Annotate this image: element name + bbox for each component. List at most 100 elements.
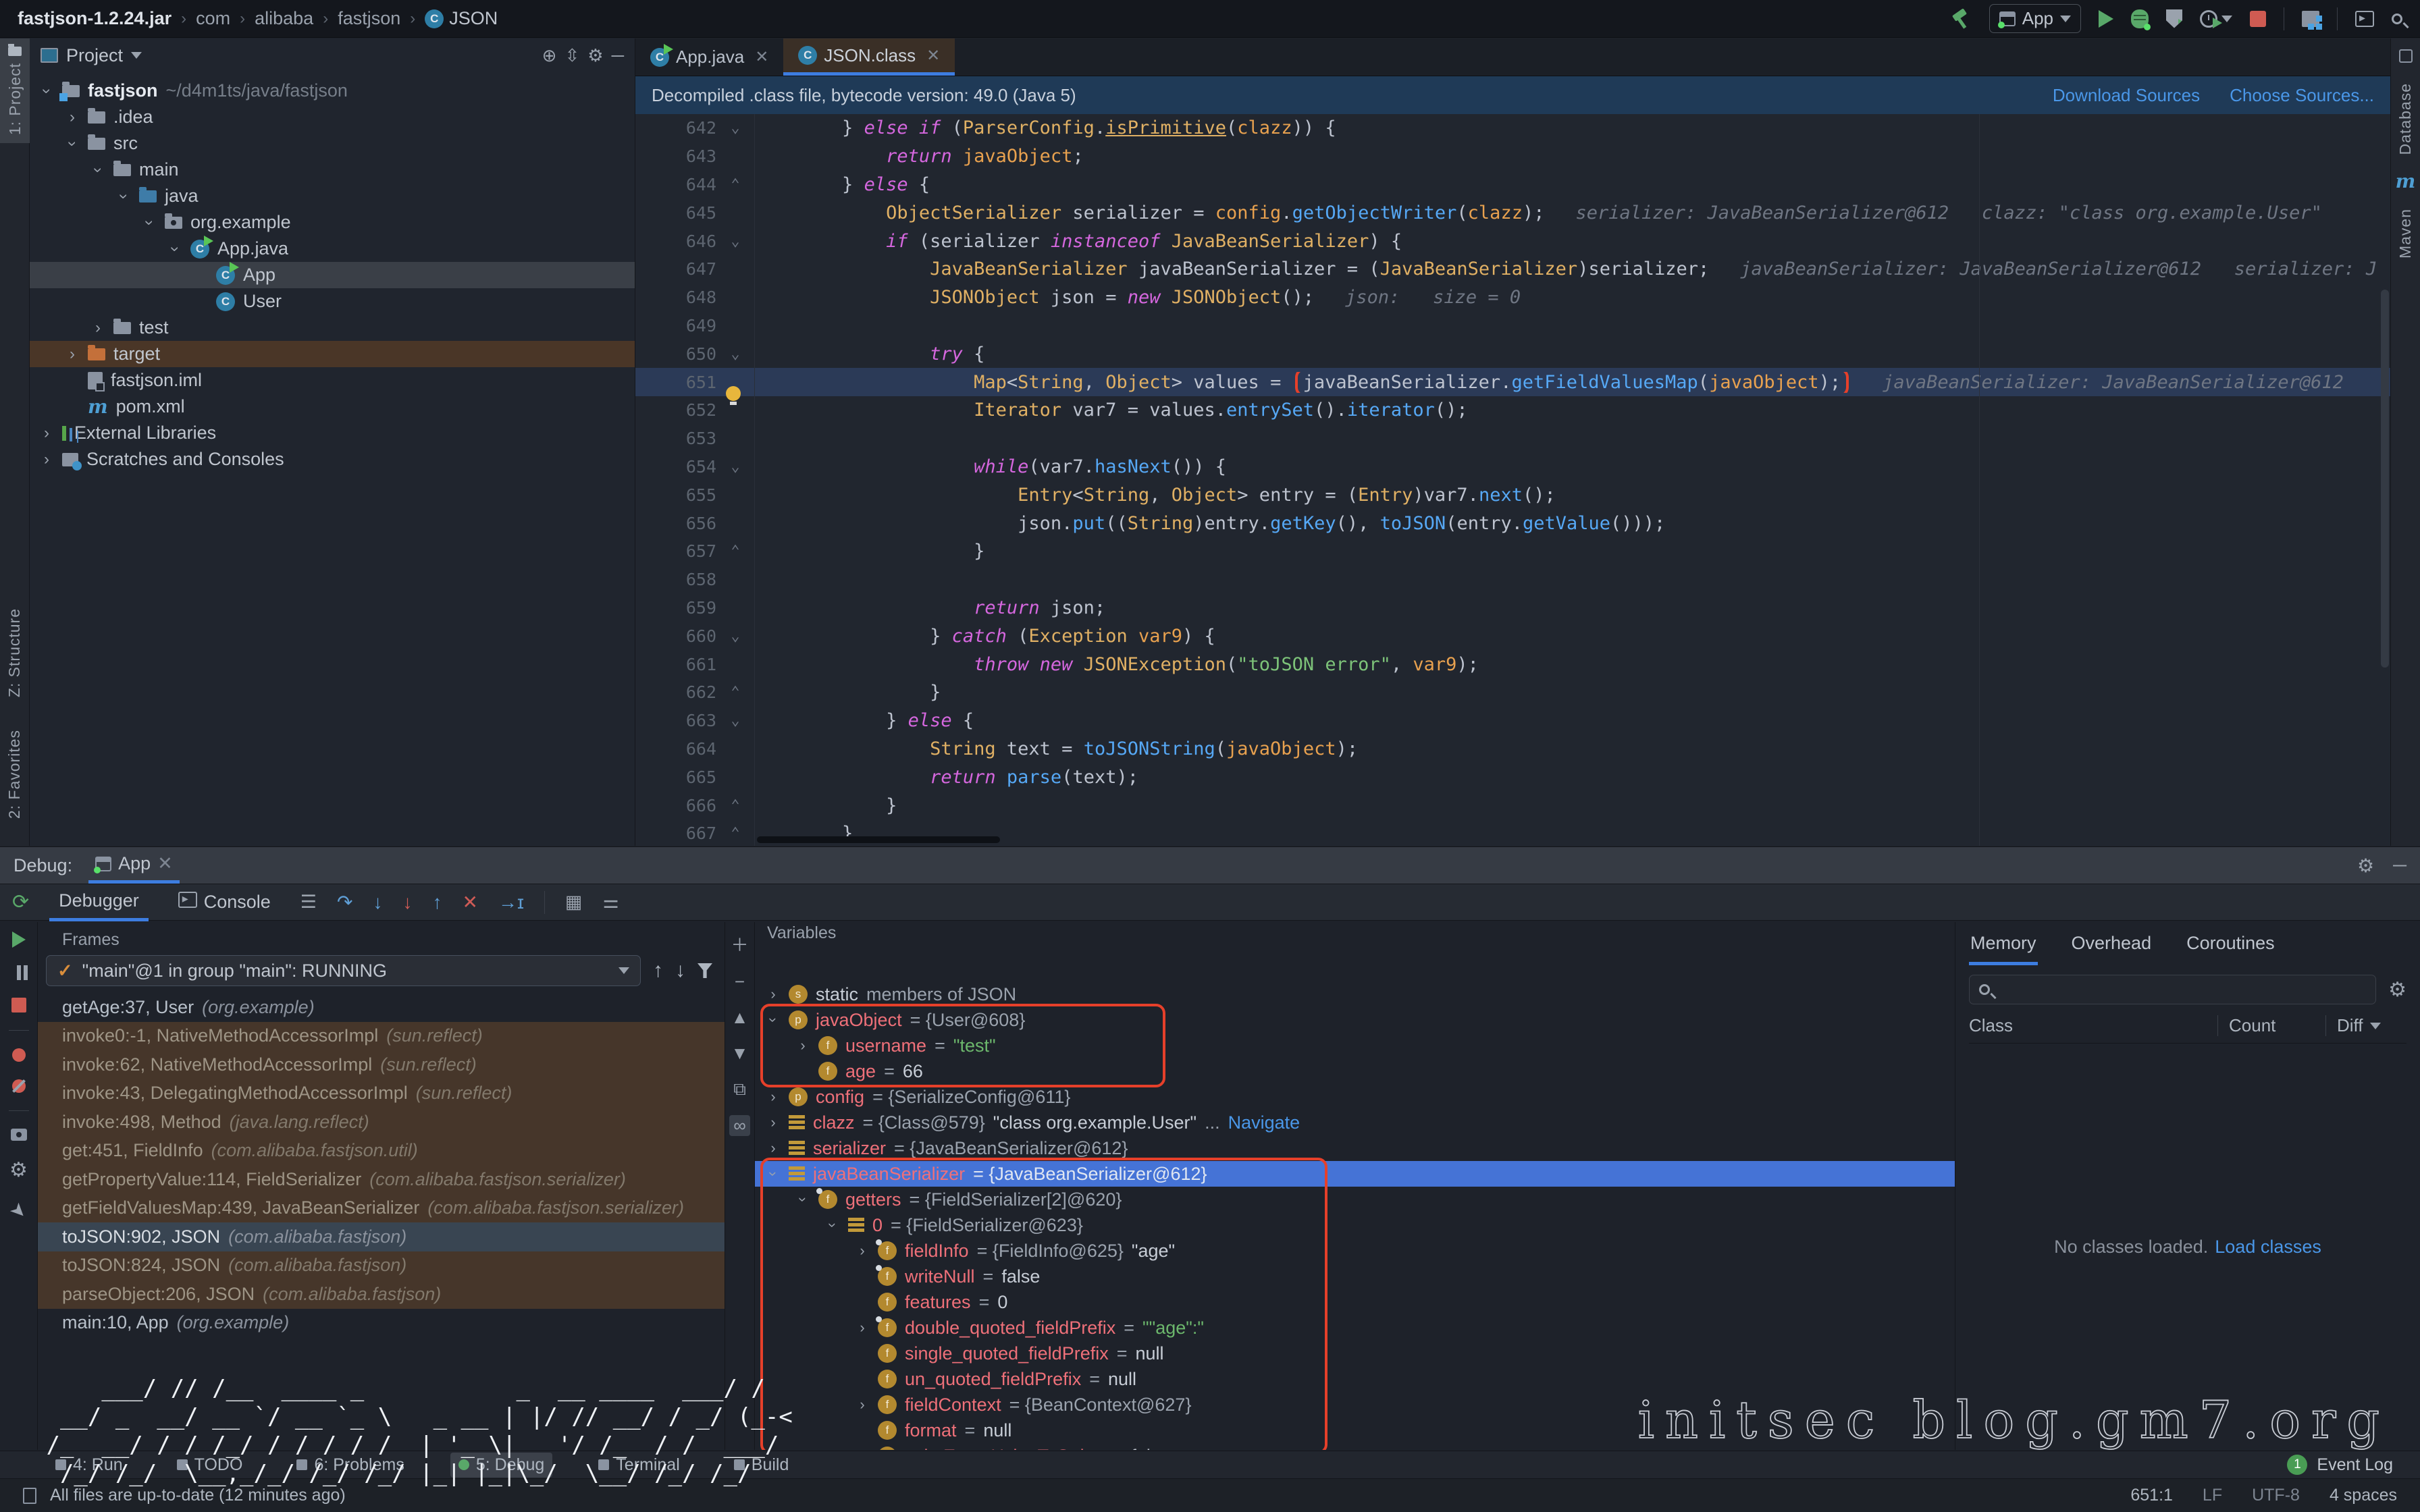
build-hammer-icon[interactable]	[1951, 9, 1972, 29]
chevron-icon[interactable]: ›	[39, 424, 54, 443]
tab-debugger[interactable]: Debugger	[49, 884, 149, 921]
code-line-650[interactable]: 650⌄ try {	[635, 340, 2390, 368]
tool-window-switcher-icon[interactable]	[23, 1488, 36, 1504]
frame-row[interactable]: invoke:43, DelegatingMethodAccessorImpl(…	[38, 1079, 725, 1108]
fold-marker[interactable]: ⌄	[716, 119, 754, 136]
tree-item-fastjson-iml[interactable]: fastjson.iml	[30, 367, 635, 394]
variable-row-0[interactable]: ›0 = {FieldSerializer@623}	[755, 1212, 1955, 1238]
code-line-643[interactable]: 643 return javaObject;	[635, 142, 2390, 171]
resume-icon[interactable]	[12, 932, 26, 948]
fold-marker[interactable]: ⌄	[716, 628, 754, 645]
variable-row-format[interactable]: fformat = null	[755, 1418, 1955, 1443]
chevron-icon[interactable]: ›	[114, 189, 133, 204]
fold-marker[interactable]: ⌃	[716, 825, 754, 842]
column-count[interactable]: Count	[2217, 1015, 2325, 1036]
run-button[interactable]	[2099, 10, 2113, 28]
caret-position[interactable]: 651:1	[2130, 1486, 2173, 1505]
chevron-icon[interactable]: ›	[65, 108, 80, 127]
code-line-653[interactable]: 653	[635, 425, 2390, 453]
tab-app-java[interactable]: App.java ✕	[635, 38, 783, 76]
toolwindow-button-4-run[interactable]: 4: Run	[47, 1453, 131, 1478]
tab-console[interactable]: Console	[169, 885, 280, 919]
code-line-648[interactable]: 648 JSONObject json = new JSONObject();j…	[635, 284, 2390, 312]
variable-row-writeNull[interactable]: fwriteNull = false	[755, 1264, 1955, 1289]
tab-overhead[interactable]: Overhead	[2070, 929, 2153, 965]
code-line-663[interactable]: 663⌄ } else {	[635, 707, 2390, 735]
favorites-stripe-label[interactable]: 2: Favorites	[5, 730, 24, 819]
variable-row-clazz[interactable]: ›clazz = {Class@579} "class org.example.…	[755, 1110, 1955, 1135]
code-line-645[interactable]: 645 ObjectSerializer serializer = config…	[635, 198, 2390, 227]
collapse-all-icon[interactable]: ⇳	[564, 45, 579, 66]
variable-row-features[interactable]: ffeatures = 0	[755, 1289, 1955, 1315]
event-log[interactable]: 1 Event Log	[2287, 1455, 2393, 1475]
toolwindow-button-5-debug[interactable]: 5: Debug	[450, 1453, 552, 1478]
code-line-660[interactable]: 660⌄ } catch (Exception var9) {	[635, 622, 2390, 650]
notifications-icon[interactable]	[2399, 49, 2413, 63]
move-up-icon[interactable]: ▲	[731, 1007, 749, 1028]
toolwindow-button-build[interactable]: Build	[726, 1453, 797, 1478]
code-line-649[interactable]: 649	[635, 312, 2390, 340]
tree-item-user[interactable]: User	[30, 288, 635, 315]
tree-item-test[interactable]: ›test	[30, 315, 635, 341]
tab-memory[interactable]: Memory	[1969, 929, 2038, 965]
run-to-cursor-icon[interactable]: →ɪ	[498, 892, 524, 913]
chevron-icon[interactable]: ›	[766, 1088, 781, 1106]
step-out-icon[interactable]: ↑	[432, 892, 442, 913]
breadcrumb-item[interactable]: fastjson-1.2.24.jar	[18, 8, 172, 29]
toolwindow-button-todo[interactable]: TODO	[169, 1453, 251, 1478]
frame-row[interactable]: getPropertyValue:114, FieldSerializer(co…	[38, 1165, 725, 1194]
chevron-down-icon[interactable]	[131, 52, 142, 59]
variable-row-javaBeanSerializer[interactable]: ›javaBeanSerializer = {JavaBeanSerialize…	[755, 1161, 1955, 1187]
fold-marker[interactable]: ⌄	[716, 712, 754, 729]
chevron-icon[interactable]: ›	[37, 84, 56, 99]
variable-row-fieldContext[interactable]: ›ffieldContext = {BeanContext@627}	[755, 1392, 1955, 1418]
chevron-icon[interactable]: ›	[88, 163, 107, 178]
chevron-icon[interactable]: ›	[766, 1139, 781, 1157]
close-icon[interactable]: ✕	[755, 47, 768, 67]
chevron-icon[interactable]: ›	[795, 1037, 810, 1054]
frame-row[interactable]: get:451, FieldInfo(com.alibaba.fastjson.…	[38, 1137, 725, 1166]
filter-icon[interactable]	[698, 963, 712, 978]
fold-marker[interactable]: ⌃	[716, 684, 754, 701]
drop-frame-icon[interactable]: ✕	[462, 891, 477, 913]
frame-row[interactable]: getFieldValuesMap:439, JavaBeanSerialize…	[38, 1194, 725, 1223]
chevron-icon[interactable]: ›	[855, 1396, 870, 1413]
chevron-icon[interactable]: ›	[855, 1242, 870, 1260]
tree-item-src[interactable]: ›src	[30, 130, 635, 157]
horizontal-scrollbar[interactable]	[757, 836, 1000, 843]
terminal-icon[interactable]	[2355, 11, 2374, 27]
chevron-icon[interactable]: ›	[794, 1192, 812, 1207]
chevron-icon[interactable]: ›	[766, 986, 781, 1003]
code-line-662[interactable]: 662⌃ }	[635, 678, 2390, 707]
thread-dump-icon[interactable]	[11, 1129, 27, 1141]
watch-return-values-icon[interactable]: ∞	[729, 1115, 750, 1136]
code-line-651[interactable]: 651 Map<String, Object> values = javaBea…	[635, 368, 2390, 396]
view-breakpoints-icon[interactable]	[12, 1048, 26, 1062]
code-editor[interactable]: 642⌄ } else if (ParserConfig.isPrimitive…	[635, 114, 2390, 846]
variable-row-getters[interactable]: ›fgetters = {FieldSerializer[2]@620}	[755, 1187, 1955, 1212]
structure-stripe-label[interactable]: Z: Structure	[5, 608, 24, 697]
frame-row[interactable]: invoke:62, NativeMethodAccessorImpl(sun.…	[38, 1050, 725, 1079]
chevron-icon[interactable]: ›	[855, 1319, 870, 1336]
tab-json-class[interactable]: JSON.class ✕	[783, 38, 955, 76]
thread-selector[interactable]: ✓ "main"@1 in group "main": RUNNING	[46, 955, 641, 986]
toolwindow-button-terminal[interactable]: Terminal	[590, 1453, 687, 1478]
frame-row[interactable]: invoke:498, Method(java.lang.reflect)	[38, 1108, 725, 1137]
code-line-665[interactable]: 665 return parse(text);	[635, 763, 2390, 791]
mute-breakpoints-icon[interactable]	[12, 1079, 26, 1093]
code-line-646[interactable]: 646⌄ if (serializer instanceof JavaBeanS…	[635, 227, 2390, 255]
gear-icon[interactable]: ⚙	[587, 45, 603, 66]
coverage-button[interactable]	[2166, 9, 2182, 28]
variable-row-static[interactable]: ›sstatic members of JSON	[755, 981, 1955, 1007]
tree-item-org-example[interactable]: ›org.example	[30, 209, 635, 236]
tree-item-pom-xml[interactable]: pom.xml	[30, 394, 635, 420]
code-line-652[interactable]: 652 Iterator var7 = values.entrySet().it…	[635, 396, 2390, 425]
prev-frame-icon[interactable]: ↑	[653, 959, 663, 982]
tree-item-target[interactable]: ›target	[30, 341, 635, 367]
variable-row-single_quoted_fieldPrefix[interactable]: fsingle_quoted_fieldPrefix = null	[755, 1341, 1955, 1366]
intention-bulb-icon[interactable]	[726, 386, 741, 401]
frame-row[interactable]: main:10, App(org.example)	[38, 1309, 725, 1338]
breadcrumb-item[interactable]: com	[196, 8, 230, 29]
code-line-666[interactable]: 666⌃ }	[635, 791, 2390, 819]
next-frame-icon[interactable]: ↓	[675, 959, 685, 982]
